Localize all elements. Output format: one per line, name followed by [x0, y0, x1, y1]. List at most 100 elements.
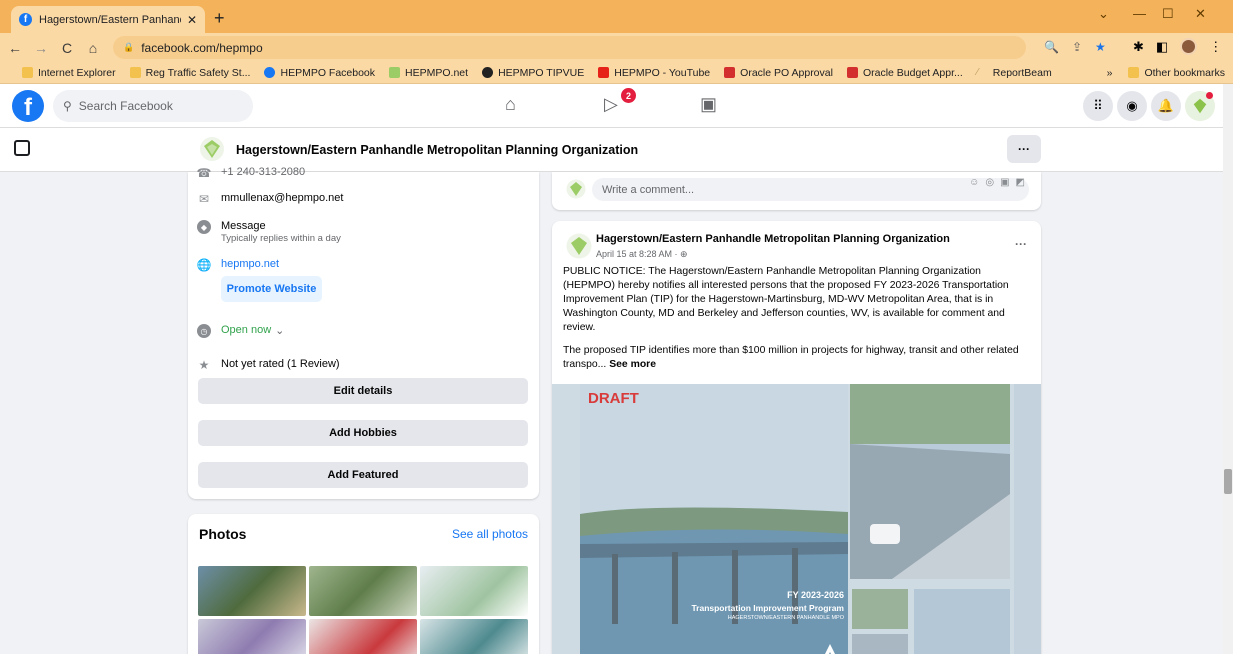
reload-icon[interactable]: C [56, 40, 78, 56]
notifications-bell-icon[interactable]: 🔔 [1151, 91, 1181, 121]
sidebar-toggle-icon[interactable] [14, 140, 30, 156]
side-panel-icon[interactable]: ◧ [1156, 39, 1168, 55]
photo-thumbnail[interactable] [309, 618, 417, 654]
commenter-avatar [566, 179, 586, 199]
watch-nav-icon[interactable]: ▷ [604, 94, 618, 115]
photos-card: Photos See all photos [188, 514, 539, 654]
edit-details-button[interactable]: Edit details [198, 378, 528, 404]
bookmark-item[interactable]: Oracle PO Approval [724, 67, 833, 79]
intro-card: ☎ +1 240-313-2080 ✉ mmullenax@hepmpo.net… [188, 166, 539, 499]
draft-label: DRAFT [588, 390, 639, 407]
profile-avatar[interactable] [1180, 38, 1198, 55]
share-icon[interactable]: ⇪ [1072, 40, 1082, 54]
post-card: Hagerstown/Eastern Panhandle Metropolita… [552, 221, 1041, 654]
browser-toolbar: ← → C ⌂ 🔒 facebook.com/hepmpo 🔍 ⇪ ★ ✱ ◧ … [0, 33, 1233, 62]
message-row[interactable]: ◆ Message Typically replies within a day [197, 220, 341, 244]
menu-grid-icon[interactable]: ⠿ [1083, 91, 1113, 121]
oracle-icon [724, 67, 736, 78]
facebook-favicon-icon: f [19, 13, 32, 26]
lock-icon: 🔒 [123, 42, 135, 52]
extensions-icon[interactable]: ✱ [1133, 39, 1144, 55]
page-logo-icon[interactable] [199, 136, 225, 162]
bookmark-icon [22, 67, 33, 78]
tab-search-icon[interactable]: ⌄ [1098, 6, 1109, 22]
website-row[interactable]: 🌐 hepmpo.net [197, 258, 280, 272]
screen: f Hagerstown/Eastern Panhandle ✕ + ⌄ — ☐… [0, 0, 1233, 654]
hours-row[interactable]: ◷ Open now ⌄ [197, 324, 284, 338]
browser-tab[interactable]: f Hagerstown/Eastern Panhandle ✕ [11, 6, 205, 33]
post-text: PUBLIC NOTICE: The Hagerstown/Eastern Pa… [563, 266, 1009, 333]
phone-row: ☎ +1 240-313-2080 [196, 166, 306, 180]
facebook-top-nav: f ⚲ Search Facebook ⌂ ▷ 2 ▣ ⠿ ◉ 🔔 [0, 84, 1233, 128]
chrome-menu-icon[interactable]: ⋮ [1209, 39, 1222, 55]
photo-thumbnail[interactable] [420, 618, 528, 654]
address-bar[interactable]: 🔒 facebook.com/hepmpo [113, 36, 1026, 59]
add-featured-button[interactable]: Add Featured [198, 462, 528, 488]
post-image[interactable]: DRAFT FY 2023-2026 Transportation Improv… [552, 384, 1041, 654]
image-fy-label: FY 2023-2026 [787, 590, 844, 600]
post-more-icon[interactable]: ··· [1015, 237, 1027, 251]
bookmarks-overflow[interactable]: » [1107, 67, 1113, 79]
notification-badge: 2 [621, 88, 636, 103]
rating-row: ★ Not yet rated (1 Review) [197, 358, 340, 372]
bookmark-star-icon[interactable]: ★ [1095, 40, 1106, 54]
post-text-continued: The proposed TIP identifies more than $1… [563, 344, 1033, 372]
bookmark-item[interactable]: HEPMPO Facebook [264, 67, 375, 79]
other-bookmarks[interactable]: Other bookmarks [1128, 67, 1225, 79]
photo-thumbnail[interactable] [309, 566, 417, 616]
page-more-button[interactable]: ··· [1007, 135, 1041, 163]
bookmark-item[interactable]: Reg Traffic Safety St... [129, 66, 251, 79]
bookmark-item[interactable]: HEPMPO.net [389, 67, 468, 79]
photo-thumbnail[interactable] [198, 566, 306, 616]
bookmark-label: HEPMPO.net [405, 66, 469, 79]
public-globe-icon: ⊕ [680, 249, 688, 259]
home-icon[interactable]: ⌂ [82, 40, 104, 56]
search-input[interactable]: ⚲ Search Facebook [53, 90, 253, 122]
post-author-name[interactable]: Hagerstown/Eastern Panhandle Metropolita… [596, 233, 950, 245]
bookmark-label: Reg Traffic Safety St... [145, 66, 251, 79]
close-tab-icon[interactable]: ✕ [187, 13, 197, 27]
tab-title: Hagerstown/Eastern Panhandle [39, 13, 181, 26]
comment-tools-icons[interactable]: ☺◎▣◩ [969, 177, 1031, 188]
post-date[interactable]: April 15 at 8:28 AM · ⊕ [596, 249, 688, 260]
photo-thumbnail[interactable] [420, 566, 528, 616]
email-row[interactable]: ✉ mmullenax@hepmpo.net [197, 192, 343, 206]
phone-text: +1 240-313-2080 [221, 166, 306, 178]
envelope-icon: ✉ [198, 192, 210, 206]
page-scrollbar[interactable] [1223, 84, 1233, 654]
bookmark-label: Oracle PO Approval [740, 66, 833, 79]
hepmpo-icon [389, 67, 401, 78]
post-author-avatar[interactable] [566, 233, 592, 259]
bookmark-item[interactable]: HEPMPO - YouTube [598, 67, 710, 79]
see-more-link[interactable]: See more [609, 359, 656, 370]
home-nav-icon[interactable]: ⌂ [505, 94, 516, 115]
maximize-button[interactable]: ☐ [1162, 6, 1174, 22]
website-link[interactable]: hepmpo.net [221, 258, 279, 270]
bookmark-item[interactable]: Internet Explorer [22, 67, 116, 79]
youtube-icon [598, 67, 610, 78]
phone-icon: ☎ [196, 166, 212, 180]
email-text: mmullenax@hepmpo.net [221, 192, 344, 204]
new-tab-button[interactable]: + [214, 8, 225, 29]
forward-icon[interactable]: → [30, 40, 52, 56]
messenger-icon[interactable]: ◉ [1117, 91, 1147, 121]
promote-website-button[interactable]: Promote Website [221, 276, 322, 302]
pages-nav-icon[interactable]: ▣ [700, 94, 717, 115]
close-window-button[interactable]: ✕ [1195, 6, 1206, 22]
zoom-icon[interactable]: 🔍 [1044, 40, 1059, 54]
scrollbar-thumb[interactable] [1224, 469, 1232, 494]
minimize-button[interactable]: — [1133, 6, 1146, 21]
message-label: Message [221, 220, 266, 232]
bookmark-label: Internet Explorer [38, 66, 116, 79]
browser-tab-strip: f Hagerstown/Eastern Panhandle ✕ + ⌄ — ☐… [0, 0, 1233, 33]
bookmark-item[interactable]: Oracle Budget Appr... [846, 67, 963, 79]
bookmark-item[interactable]: HEPMPO TIPVUE [482, 67, 584, 79]
facebook-logo-icon[interactable]: f [12, 90, 44, 122]
messenger-icon: ◆ [197, 220, 211, 234]
photo-thumbnail[interactable] [198, 618, 306, 654]
see-all-photos-link[interactable]: See all photos [452, 527, 528, 541]
add-hobbies-button[interactable]: Add Hobbies [198, 420, 528, 446]
comment-input[interactable]: Write a comment... [592, 178, 1029, 201]
bookmark-item[interactable]: ⁄ ReportBeam [977, 67, 1052, 79]
back-icon[interactable]: ← [4, 40, 26, 56]
